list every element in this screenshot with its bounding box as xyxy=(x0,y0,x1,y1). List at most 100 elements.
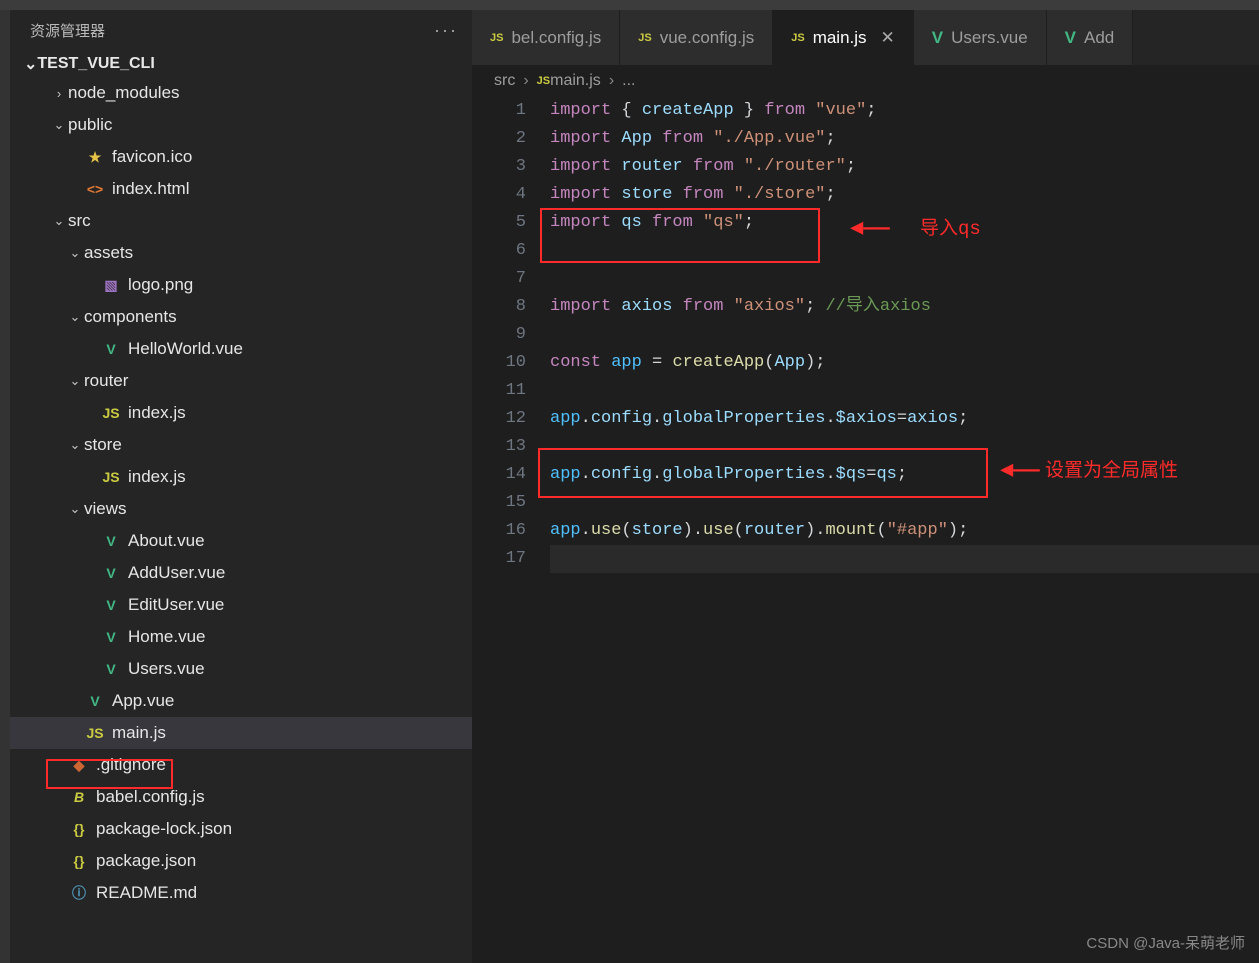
tree-item-label: .gitignore xyxy=(96,755,166,775)
tree-item-label: src xyxy=(68,211,91,231)
chevron-down-icon: ⌄ xyxy=(66,245,84,261)
code-line[interactable]: import { createApp } from "vue"; xyxy=(550,97,1259,125)
line-number: 13 xyxy=(472,433,526,461)
file-item[interactable]: VAddUser.vue xyxy=(10,557,472,589)
file-item[interactable]: JSmain.js xyxy=(10,717,472,749)
chevron-right-icon: › xyxy=(609,72,614,90)
tree-item-label: Home.vue xyxy=(128,627,205,647)
folder-item[interactable]: ⌄components xyxy=(10,301,472,333)
code-line[interactable]: app.config.globalProperties.$axios=axios… xyxy=(550,405,1259,433)
file-item[interactable]: Bbabel.config.js xyxy=(10,781,472,813)
json-icon: {} xyxy=(68,818,90,840)
breadcrumb-part[interactable]: main.js xyxy=(550,72,601,90)
code-line[interactable]: import store from "./store"; xyxy=(550,181,1259,209)
line-number: 6 xyxy=(472,237,526,265)
json-icon: {} xyxy=(68,850,90,872)
vue-icon: V xyxy=(932,28,943,48)
tree-item-label: index.html xyxy=(112,179,189,199)
file-item[interactable]: V EditUser.vue xyxy=(10,589,472,621)
file-item[interactable]: VAbout.vue xyxy=(10,525,472,557)
editor-tab[interactable]: V Add xyxy=(1047,10,1134,65)
js-icon: JS xyxy=(638,32,651,44)
line-number: 17 xyxy=(472,545,526,573)
file-item[interactable]: <>index.html xyxy=(10,173,472,205)
file-item[interactable]: ★favicon.ico xyxy=(10,141,472,173)
breadcrumb-part[interactable]: ... xyxy=(622,72,635,90)
editor-tab[interactable]: JSmain.js✕ xyxy=(773,10,914,65)
js-icon: JS xyxy=(537,75,550,87)
tree-item-label: package.json xyxy=(96,851,196,871)
line-number: 4 xyxy=(472,181,526,209)
folder-item[interactable]: ›node_modules xyxy=(10,77,472,109)
editor-tab[interactable]: VUsers.vue xyxy=(914,10,1047,65)
file-item[interactable]: ▧logo.png xyxy=(10,269,472,301)
project-root[interactable]: ⌄ TEST_VUE_CLI xyxy=(10,51,472,77)
code-line[interactable] xyxy=(550,265,1259,293)
tab-label: Add xyxy=(1084,28,1114,48)
tree-item-label: main.js xyxy=(112,723,166,743)
explorer-sidebar: 资源管理器 ··· ⌄ TEST_VUE_CLI ›node_modules⌄p… xyxy=(10,10,472,963)
file-item[interactable]: V HelloWorld.vue xyxy=(10,333,472,365)
folder-item[interactable]: ⌄public xyxy=(10,109,472,141)
chevron-down-icon: ⌄ xyxy=(50,117,68,133)
folder-item[interactable]: ⌄src xyxy=(10,205,472,237)
tree-item-label: assets xyxy=(84,243,133,263)
star-icon: ★ xyxy=(84,146,106,168)
code-line[interactable]: app.use(store).use(router).mount("#app")… xyxy=(550,517,1259,545)
vue-icon: V xyxy=(100,626,122,648)
vue-icon: V xyxy=(1065,28,1076,48)
info-icon: ⓘ xyxy=(68,882,90,904)
code-editor[interactable]: 1234567891011121314151617 ◀—— 导入qs ◀—— 设… xyxy=(472,97,1259,963)
close-icon[interactable]: ✕ xyxy=(881,28,895,48)
vue-icon: V xyxy=(100,594,122,616)
project-name: TEST_VUE_CLI xyxy=(37,55,154,73)
activity-bar[interactable] xyxy=(0,10,10,963)
code-line[interactable]: import App from "./App.vue"; xyxy=(550,125,1259,153)
file-item[interactable]: ⓘREADME.md xyxy=(10,877,472,909)
file-item[interactable]: JSindex.js xyxy=(10,397,472,429)
tree-item-label: AddUser.vue xyxy=(128,563,225,583)
folder-item[interactable]: ⌄router xyxy=(10,365,472,397)
code-line[interactable] xyxy=(550,377,1259,405)
editor-tab[interactable]: JSvue.config.js xyxy=(620,10,773,65)
file-item[interactable]: JSindex.js xyxy=(10,461,472,493)
code-line[interactable] xyxy=(550,321,1259,349)
file-item[interactable]: VApp.vue xyxy=(10,685,472,717)
more-icon[interactable]: ··· xyxy=(434,20,458,41)
file-item[interactable]: V Home.vue xyxy=(10,621,472,653)
chevron-down-icon: ⌄ xyxy=(66,309,84,325)
code-content[interactable]: ◀—— 导入qs ◀—— 设置为全局属性 import { createApp … xyxy=(550,97,1259,963)
image-icon: ▧ xyxy=(100,274,122,296)
js-icon: JS xyxy=(791,32,804,44)
code-line[interactable] xyxy=(550,237,1259,265)
folder-item[interactable]: ⌄store xyxy=(10,429,472,461)
folder-item[interactable]: ⌄assets xyxy=(10,237,472,269)
breadcrumb[interactable]: src›JSmain.js›... xyxy=(472,65,1259,97)
js-icon: JS xyxy=(100,402,122,424)
vue-icon: V xyxy=(100,658,122,680)
file-item[interactable]: ◆.gitignore xyxy=(10,749,472,781)
code-line[interactable]: import router from "./router"; xyxy=(550,153,1259,181)
code-line[interactable] xyxy=(550,545,1259,573)
code-line[interactable]: const app = createApp(App); xyxy=(550,349,1259,377)
tree-item-label: components xyxy=(84,307,177,327)
file-item[interactable]: V Users.vue xyxy=(10,653,472,685)
vue-icon: V xyxy=(100,338,122,360)
file-item[interactable]: {} package-lock.json xyxy=(10,813,472,845)
breadcrumb-part[interactable]: src xyxy=(494,72,515,90)
code-line[interactable]: import axios from "axios"; //导入axios xyxy=(550,293,1259,321)
tree-item-label: EditUser.vue xyxy=(128,595,224,615)
tree-item-label: Users.vue xyxy=(128,659,205,679)
tree-item-label: App.vue xyxy=(112,691,174,711)
editor-tab[interactable]: JSbel.config.js xyxy=(472,10,620,65)
line-number-gutter: 1234567891011121314151617 xyxy=(472,97,550,963)
code-line[interactable] xyxy=(550,489,1259,517)
folder-item[interactable]: ⌄views xyxy=(10,493,472,525)
chevron-down-icon: ⌄ xyxy=(50,213,68,229)
js-icon: JS xyxy=(490,32,503,44)
code-line[interactable]: import qs from "qs"; xyxy=(550,209,1259,237)
tree-item-label: package-lock.json xyxy=(96,819,232,839)
file-item[interactable]: {} package.json xyxy=(10,845,472,877)
editor-area: JSbel.config.jsJSvue.config.jsJSmain.js✕… xyxy=(472,10,1259,963)
tree-item-label: HelloWorld.vue xyxy=(128,339,243,359)
